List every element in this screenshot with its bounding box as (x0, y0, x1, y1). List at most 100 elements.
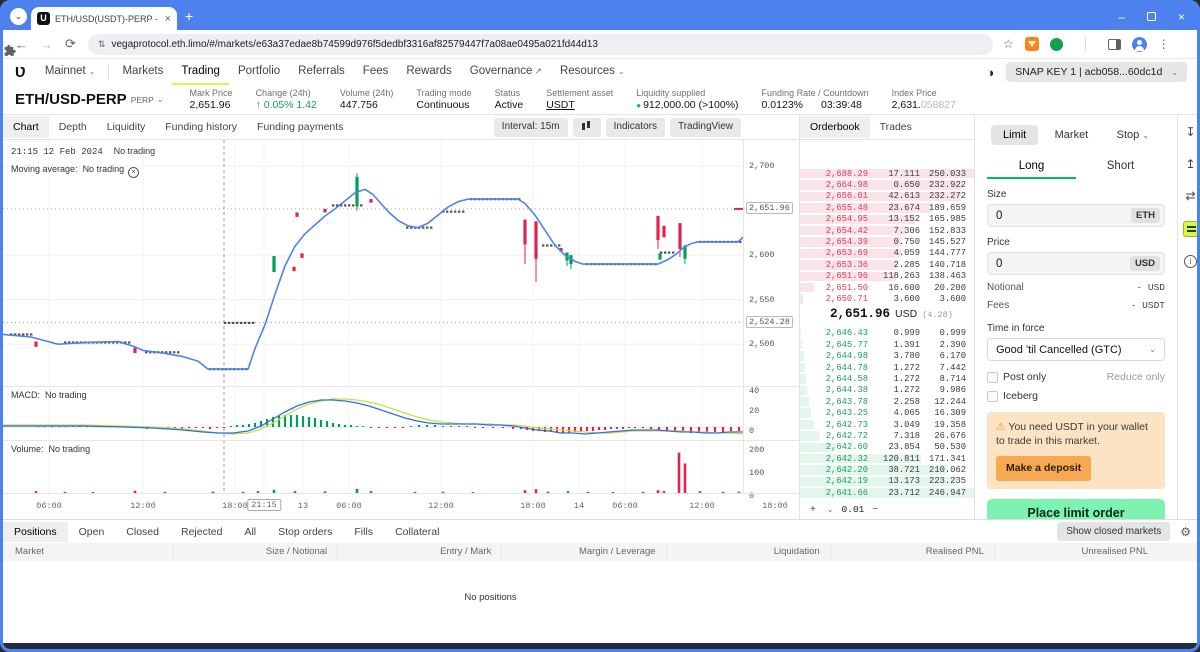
tab-close-icon[interactable]: × (165, 13, 171, 25)
col-size-notional[interactable]: Size / Notional (173, 546, 337, 558)
tab-all[interactable]: All (233, 522, 267, 542)
ask-row[interactable]: 2,654.95 13.152 165.985 (800, 214, 974, 225)
nav-item-portfolio[interactable]: Portfolio (229, 59, 289, 85)
tab-collateral[interactable]: Collateral (384, 522, 450, 542)
tab-funding-history[interactable]: Funding history (155, 116, 247, 138)
wallet-key-button[interactable]: SNAP KEY 1 | acb058...60dc1d⌄ (1006, 62, 1187, 82)
chart-type-button[interactable] (573, 118, 601, 137)
browser-menu-icon[interactable]: ⋮ (1158, 37, 1170, 51)
tab-funding-payments[interactable]: Funding payments (247, 116, 353, 138)
tab-stop-orders[interactable]: Stop orders (267, 522, 343, 542)
metamask-extension-icon[interactable] (1025, 37, 1039, 51)
ask-row[interactable]: 2,650.71 3.600 3.600 (800, 293, 974, 304)
bid-row[interactable]: 2,642.73 3.049 19.358 (800, 419, 974, 430)
chevron-down-icon[interactable]: ⌄ (157, 95, 164, 104)
bid-row[interactable]: 2,643.25 4.065 16.309 (800, 407, 974, 418)
nav-item-fees[interactable]: Fees (354, 59, 398, 85)
extension-icon[interactable] (1050, 38, 1063, 51)
tab-short[interactable]: Short (1076, 155, 1165, 179)
bid-row[interactable]: 2,644.98 3.780 6.170 (800, 350, 974, 361)
bookmark-star-icon[interactable]: ☆ (1003, 37, 1014, 51)
info-icon[interactable]: i (1184, 255, 1197, 268)
col-liquidation[interactable]: Liquidation (666, 546, 830, 558)
bid-row[interactable]: 2,642.20 38.721 210.062 (800, 464, 974, 475)
nav-item-governance[interactable]: Governance↗ (461, 59, 551, 85)
reduce-only-checkbox[interactable]: Reduce only (1107, 371, 1165, 383)
bid-row[interactable]: 2,645.77 1.391 2.390 (800, 339, 974, 350)
deposit-arrow-icon[interactable]: ↧ (1185, 125, 1195, 139)
bid-row[interactable]: 2,642.60 23.854 50.530 (800, 442, 974, 453)
reload-button[interactable]: ⟳ (65, 36, 76, 52)
tab-stop[interactable]: Stop⌄ (1105, 125, 1161, 145)
side-panel-icon[interactable] (1108, 39, 1121, 50)
bid-row[interactable]: 2,641.66 23.712 246.947 (800, 487, 974, 498)
size-input[interactable]: 0ETH (987, 204, 1165, 227)
transfer-icon[interactable]: ⇄ (1185, 189, 1195, 203)
gear-icon[interactable]: ⚙ (1180, 525, 1191, 539)
nav-item-rewards[interactable]: Rewards (397, 59, 460, 85)
network-selector[interactable]: Mainnet⌄ (36, 59, 105, 85)
zoom-out-button[interactable]: − (872, 504, 878, 515)
col-realised-pnl[interactable]: Realised PNL (830, 546, 994, 558)
theme-toggle-icon[interactable]: ◑ (986, 65, 994, 80)
ask-row[interactable]: 2,651.50 16.600 20.200 (800, 282, 974, 293)
bid-row[interactable]: 2,646.43 0.999 0.999 (800, 328, 974, 339)
bid-row[interactable]: 2,642.32 120.811 171.341 (800, 453, 974, 464)
ask-row[interactable]: 2,651.96 118.263 138.463 (800, 271, 974, 282)
market-name[interactable]: ETH/USD-PERP (15, 91, 127, 108)
profile-avatar[interactable] (1132, 37, 1147, 52)
tab-liquidity[interactable]: Liquidity (97, 116, 156, 138)
post-only-checkbox[interactable]: Post only (987, 371, 1046, 383)
deposit-card-icon[interactable] (1183, 221, 1199, 237)
tif-select[interactable]: Good 'til Cancelled (GTC)⌄ (987, 338, 1165, 361)
vega-logo[interactable]: Ʋ (15, 64, 26, 81)
bid-row[interactable]: 2,643.78 2.258 12.244 (800, 396, 974, 407)
show-closed-markets-button[interactable]: Show closed markets (1057, 522, 1170, 541)
col-market[interactable]: Market (3, 546, 173, 558)
nav-item-trading[interactable]: Trading (172, 59, 229, 85)
bid-row[interactable]: 2,644.58 1.272 8.714 (800, 373, 974, 384)
nav-item-resources[interactable]: Resources⌄ (551, 59, 634, 85)
time-axis[interactable]: 06:0012:0018:0021:151306:0012:0018:00140… (3, 493, 800, 519)
tab-positions[interactable]: Positions (3, 522, 68, 542)
price-axis[interactable]: 2,7002,6002,5502,5002,651.962,524.284020… (743, 140, 800, 493)
bid-row[interactable]: 2,642.72 7.318 26.676 (800, 430, 974, 441)
close-window-button[interactable]: × (1178, 10, 1185, 24)
ask-row[interactable]: 2,656.01 42.613 232.272 (800, 191, 974, 202)
tab-fills[interactable]: Fills (343, 522, 384, 542)
back-button[interactable]: ← (15, 37, 28, 52)
tab-open[interactable]: Open (68, 522, 116, 542)
tradingview-button[interactable]: TradingView (670, 118, 741, 137)
zoom-in-button[interactable]: + (810, 504, 816, 515)
tab-long[interactable]: Long (987, 155, 1076, 179)
ask-row[interactable]: 2,688.29 17.111 250.033 (800, 168, 974, 179)
ask-row[interactable]: 2,653.69 4.059 144.777 (800, 248, 974, 259)
address-bar[interactable]: ⇅ vegaprotocol.eth.limo/#/markets/e63a37… (88, 34, 993, 55)
indicators-button[interactable]: Indicators (606, 118, 665, 137)
tab-rejected[interactable]: Rejected (170, 522, 233, 542)
chart-area[interactable]: 21:15 12 Feb 2024 No trading Moving aver… (3, 140, 800, 519)
maximize-button[interactable] (1147, 12, 1156, 21)
iceberg-checkbox[interactable]: Iceberg (987, 390, 1038, 402)
ask-row[interactable]: 2,655.48 23.674 189.659 (800, 202, 974, 213)
tab-trades[interactable]: Trades (870, 116, 922, 138)
browser-tab[interactable]: U ETH/USD(USDT)-PERP - 2,651.9 × (31, 7, 177, 30)
ask-row[interactable]: 2,654.42 7.306 152.833 (800, 225, 974, 236)
ask-row[interactable]: 2,654.39 0.750 145.527 (800, 236, 974, 247)
col-unrealised-pnl[interactable]: Unrealised PNL (994, 546, 1158, 558)
minimize-button[interactable]: – (1118, 10, 1125, 24)
new-tab-button[interactable]: + (185, 8, 193, 24)
forward-button[interactable]: → (40, 37, 53, 52)
tab-chart[interactable]: Chart (3, 116, 49, 138)
make-deposit-button[interactable]: Make a deposit (996, 456, 1091, 480)
col-entry-mark[interactable]: Entry / Mark (337, 546, 501, 558)
withdraw-arrow-icon[interactable]: ↥ (1185, 157, 1195, 171)
col-margin-leverage[interactable]: Margin / Leverage (501, 546, 665, 558)
price-input[interactable]: 0USD (987, 252, 1165, 275)
bid-row[interactable]: 2,642.19 13.173 223.235 (800, 476, 974, 487)
bid-row[interactable]: 2,644.38 1.272 9.986 (800, 385, 974, 396)
ask-row[interactable]: 2,653.36 2.285 140.718 (800, 259, 974, 270)
tab-search-button[interactable]: ⌄ (10, 8, 27, 25)
resolution-select-chevron[interactable]: ⌄ (827, 505, 834, 514)
nav-item-markets[interactable]: Markets (113, 59, 172, 85)
